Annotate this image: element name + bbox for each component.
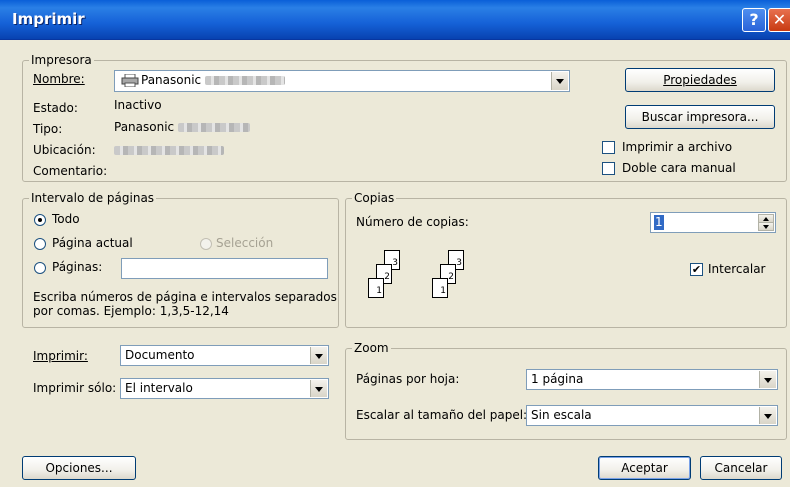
scale-label: Escalar al tamaño del papel:: [356, 408, 528, 422]
print-only-value: El intervalo: [125, 381, 193, 395]
copies-count-value[interactable]: 1: [654, 215, 664, 230]
properties-button[interactable]: Propiedades: [625, 68, 775, 92]
range-selection-label[interactable]: Selección: [216, 236, 273, 250]
redacted-printer-model: [204, 76, 285, 85]
print-to-file-label[interactable]: Imprimir a archivo: [622, 140, 732, 154]
window-title: Imprimir: [12, 10, 85, 28]
status-label: Estado:: [33, 101, 78, 115]
chevron-down-icon[interactable]: [759, 371, 776, 388]
range-current-radio[interactable]: [34, 238, 46, 250]
pages-per-sheet-select[interactable]: 1 página: [526, 369, 778, 390]
location-label: Ubicación:: [33, 143, 96, 157]
printer-icon: [121, 74, 139, 87]
type-value: Panasonic: [114, 120, 175, 134]
printer-group-legend: Impresora: [29, 53, 94, 67]
pages-per-sheet-value: 1 página: [531, 372, 584, 386]
page-range-legend: Intervalo de páginas: [29, 191, 157, 205]
range-pages-radio[interactable]: [34, 262, 46, 274]
spin-down-icon[interactable]: [758, 222, 774, 231]
scale-select[interactable]: Sin escala: [526, 405, 778, 426]
type-label: Tipo:: [33, 122, 63, 136]
scale-value: Sin escala: [531, 408, 592, 422]
page-range-help-line2: por comas. Ejemplo: 1,3,5-12,14: [33, 304, 229, 318]
page-range-help-line1: Escriba números de página e intervalos s…: [33, 290, 337, 304]
collate-page: 1: [368, 278, 384, 298]
redacted-location: [114, 146, 224, 155]
cancel-button[interactable]: Cancelar: [700, 456, 782, 480]
print-what-label: Imprimir:: [33, 349, 88, 363]
manual-duplex-checkbox[interactable]: [602, 162, 615, 175]
collate-checkbox[interactable]: ✔: [690, 263, 703, 276]
pages-input[interactable]: [121, 258, 328, 279]
range-pages-label[interactable]: Páginas:: [52, 260, 102, 274]
copies-spinner[interactable]: 1: [650, 212, 776, 233]
range-all-radio[interactable]: [34, 214, 46, 226]
manual-duplex-label[interactable]: Doble cara manual: [622, 161, 736, 175]
title-bar[interactable]: Imprimir ? ✕: [0, 0, 790, 40]
zoom-group: Zoom: [345, 341, 787, 440]
close-icon[interactable]: ✕: [768, 8, 790, 32]
zoom-legend: Zoom: [352, 341, 391, 355]
status-value: Inactivo: [114, 98, 162, 112]
range-all-label[interactable]: Todo: [52, 212, 80, 226]
chevron-down-icon[interactable]: [759, 407, 776, 424]
print-only-select[interactable]: El intervalo: [120, 378, 329, 399]
range-selection-radio[interactable]: [200, 238, 212, 250]
collate-label[interactable]: Intercalar: [708, 262, 765, 276]
chevron-down-icon[interactable]: [310, 380, 327, 397]
copies-count-label: Número de copias:: [356, 215, 469, 229]
printer-name-label: Nombre:: [33, 72, 85, 86]
pages-per-sheet-label: Páginas por hoja:: [356, 372, 460, 386]
print-what-select[interactable]: Documento: [120, 345, 329, 366]
collate-page: 1: [432, 278, 448, 298]
print-only-label: Imprimir sólo:: [33, 381, 117, 395]
find-printer-button[interactable]: Buscar impresora...: [625, 105, 775, 129]
ok-button[interactable]: Aceptar: [598, 456, 691, 480]
location-value: [114, 143, 224, 157]
type-value-wrap: Panasonic: [114, 120, 250, 134]
printer-name-value: Panasonic: [141, 73, 202, 87]
chevron-down-icon[interactable]: [310, 347, 327, 364]
options-button[interactable]: Opciones...: [22, 456, 136, 480]
redacted-type-model: [177, 123, 250, 132]
help-icon[interactable]: ?: [742, 8, 766, 32]
print-to-file-checkbox[interactable]: [602, 141, 615, 154]
comment-label: Comentario:: [33, 164, 108, 178]
print-what-value: Documento: [125, 348, 195, 362]
print-dialog: Imprimir ? ✕ Impresora Nombre: Panasonic…: [0, 0, 790, 487]
range-current-label[interactable]: Página actual: [52, 236, 133, 250]
chevron-down-icon[interactable]: [551, 72, 568, 90]
copies-legend: Copias: [352, 191, 397, 205]
printer-name-select[interactable]: Panasonic: [114, 70, 570, 92]
